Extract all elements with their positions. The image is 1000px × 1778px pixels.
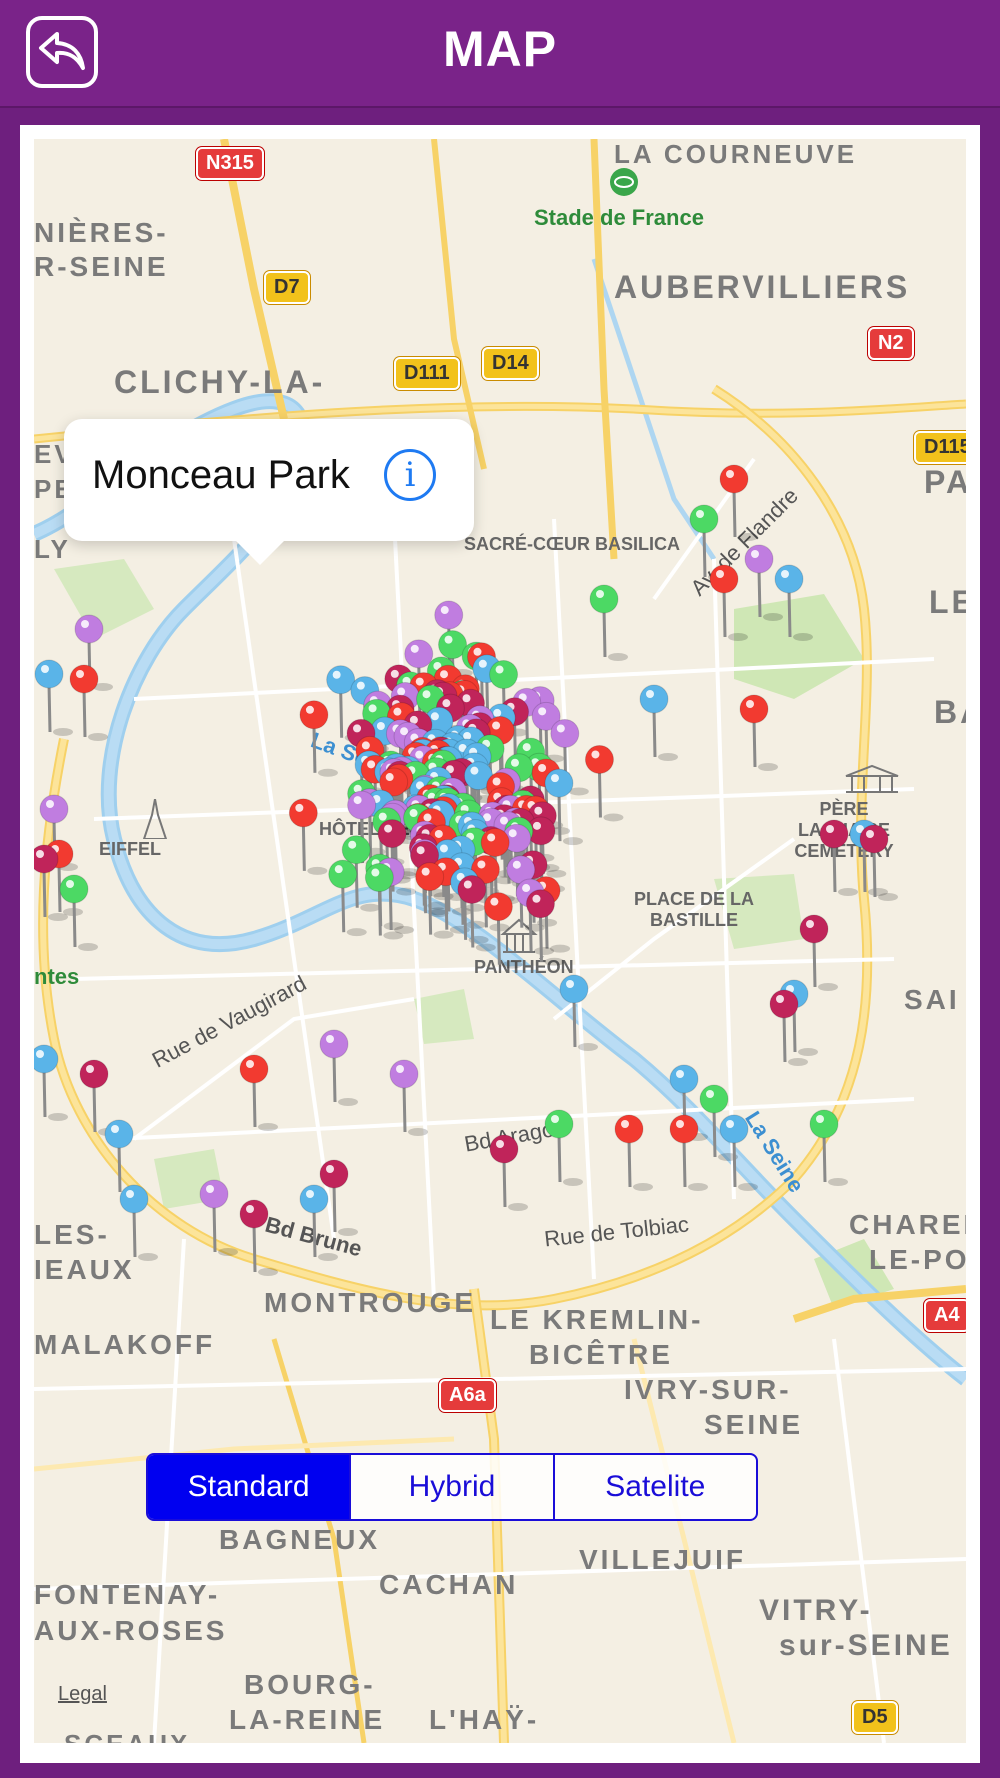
map-pin[interactable] bbox=[328, 859, 367, 937]
map-pin[interactable] bbox=[288, 798, 328, 875]
map-pin[interactable] bbox=[489, 1134, 528, 1211]
map-pin[interactable] bbox=[584, 744, 624, 822]
map-pin[interactable] bbox=[589, 584, 628, 661]
map-pin[interactable] bbox=[199, 1179, 238, 1256]
legal-link[interactable]: Legal bbox=[58, 1683, 107, 1706]
header-bar: MAP bbox=[0, 0, 1000, 108]
map-pin[interactable] bbox=[614, 1114, 653, 1191]
map-pin[interactable] bbox=[239, 1054, 278, 1131]
map-pin[interactable] bbox=[709, 564, 748, 641]
map-type-segmented-control: Standard Hybrid Satelite bbox=[146, 1453, 758, 1521]
map-pin[interactable] bbox=[739, 694, 778, 771]
map-view[interactable]: Stade de France LA COURNEUVE AUBERVILLIE… bbox=[34, 139, 966, 1743]
segment-satellite[interactable]: Satelite bbox=[555, 1455, 756, 1519]
map-pin[interactable] bbox=[319, 1029, 358, 1106]
map-pin[interactable] bbox=[719, 1114, 758, 1191]
info-icon[interactable]: i bbox=[384, 449, 436, 501]
map-pin[interactable] bbox=[669, 1114, 708, 1191]
callout-title: Monceau Park bbox=[92, 453, 350, 497]
map-pin[interactable] bbox=[119, 1184, 158, 1261]
map-frame: Stade de France LA COURNEUVE AUBERVILLIE… bbox=[20, 125, 980, 1763]
map-pin[interactable] bbox=[799, 914, 838, 991]
map-pin[interactable] bbox=[774, 564, 813, 641]
map-pin[interactable] bbox=[559, 974, 598, 1051]
map-pin[interactable] bbox=[299, 700, 338, 777]
map-pin[interactable] bbox=[69, 664, 108, 741]
map-pin[interactable] bbox=[544, 1109, 583, 1186]
map-pin[interactable] bbox=[104, 1119, 143, 1196]
map-pin[interactable] bbox=[719, 464, 758, 541]
map-callout[interactable]: Monceau Park i bbox=[64, 419, 474, 565]
map-pin[interactable] bbox=[239, 1199, 278, 1276]
segment-hybrid[interactable]: Hybrid bbox=[351, 1455, 555, 1519]
map-pin[interactable] bbox=[389, 1059, 428, 1136]
page-title: MAP bbox=[442, 21, 558, 77]
map-pin[interactable] bbox=[639, 684, 678, 761]
map-pin[interactable] bbox=[34, 1044, 68, 1121]
segment-standard[interactable]: Standard bbox=[148, 1455, 352, 1519]
map-pin[interactable] bbox=[299, 1184, 338, 1261]
map-pin[interactable] bbox=[34, 659, 73, 736]
map-pin[interactable] bbox=[809, 1109, 848, 1186]
